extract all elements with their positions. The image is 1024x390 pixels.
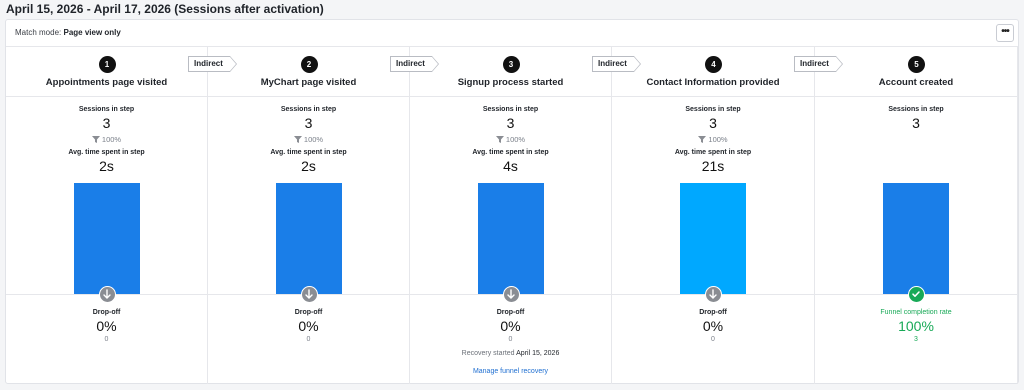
sessions-percent: 100% <box>6 135 207 144</box>
step-name[interactable]: Signup process started <box>410 77 611 88</box>
drop-off-count: 0 <box>508 336 513 343</box>
sessions-label: Sessions in step <box>280 106 337 113</box>
indirect-connector-1-2[interactable]: Indirect <box>188 56 237 72</box>
sessions-value: 3 <box>506 115 515 131</box>
step-number-badge: 5 <box>908 56 925 73</box>
sessions-value: 3 <box>709 115 717 131</box>
step-header: 4 Contact Information provided <box>612 47 814 97</box>
sessions-label: Sessions in step <box>685 106 741 113</box>
drop-off-count: 0 <box>711 336 715 343</box>
more-options-button[interactable]: ••• <box>996 24 1014 42</box>
funnel-icon <box>698 136 707 143</box>
avg-time-label: Avg. time spent in step <box>674 149 752 156</box>
arrow-down-icon <box>705 286 722 303</box>
funnel-step-2: 2 MyChart page visited Sessions in step … <box>208 47 410 384</box>
step-header: 3 Signup process started <box>410 47 611 97</box>
arrow-down-icon <box>98 286 116 303</box>
bar-step-4[interactable] <box>680 183 746 294</box>
funnel-icon <box>293 136 302 143</box>
funnel-step-5: 5 Account created Sessions in step 3 Fun… <box>815 47 1018 384</box>
step-name[interactable]: MyChart page visited <box>208 77 409 88</box>
sessions-value: 3 <box>912 115 920 131</box>
sessions-label: Sessions in step <box>482 106 539 113</box>
avg-time-label: Avg. time spent in step <box>68 149 145 156</box>
date-range-title: April 15, 2026 - April 17, 2026 (Session… <box>6 2 324 16</box>
drop-off-label: Drop-off <box>92 309 121 316</box>
sessions-label: Sessions in step <box>78 106 135 113</box>
step-header: 2 MyChart page visited <box>208 47 409 97</box>
arrow-down-icon <box>502 286 520 303</box>
arrow-down-icon <box>300 286 318 303</box>
step-number-badge: 4 <box>705 56 722 73</box>
funnel-step-1: 1 Appointments page visited Sessions in … <box>6 47 208 384</box>
funnel-step-3: 3 Signup process started Sessions in ste… <box>410 47 612 384</box>
recovery-status: Recovery started April 15, 2026 <box>410 350 611 357</box>
bar-step-2[interactable] <box>275 183 342 294</box>
drop-off-label: Drop-off <box>699 309 727 316</box>
bar-step-3[interactable] <box>477 183 544 294</box>
recovery-date: April 15, 2026 <box>516 350 560 357</box>
step-number-badge: 2 <box>300 56 318 73</box>
match-mode-value[interactable]: Page view only <box>63 28 120 37</box>
funnel-icon <box>495 136 504 143</box>
funnel-icon <box>91 136 100 143</box>
avg-time-value: 4s <box>503 158 518 174</box>
completion-rate-value: 100% <box>898 318 934 334</box>
drop-off-value: 0% <box>702 318 724 334</box>
drop-off-count: 0 <box>104 336 109 343</box>
funnel-step-4: 4 Contact Information provided Sessions … <box>612 47 815 384</box>
drop-off-value: 0% <box>298 318 319 334</box>
avg-time-value: 21s <box>701 158 725 174</box>
completion-count: 3 <box>914 336 918 343</box>
check-icon <box>908 286 925 303</box>
manage-funnel-recovery-link[interactable]: Manage funnel recovery <box>410 368 611 375</box>
sessions-percent: 100% <box>612 135 814 144</box>
completion-rate-label: Funnel completion rate <box>880 309 952 316</box>
match-mode-bar: Match mode: Page view only ••• <box>6 20 1018 47</box>
step-name[interactable]: Account created <box>815 77 1017 88</box>
funnel-panel: Match mode: Page view only ••• 1 Appoint… <box>5 19 1019 384</box>
sessions-value: 3 <box>102 115 111 131</box>
sessions-label: Sessions in step <box>888 106 944 113</box>
funnel-steps: 1 Appointments page visited Sessions in … <box>6 47 1018 384</box>
avg-time-value: 2s <box>301 158 316 174</box>
step-header: 5 Account created <box>815 47 1017 97</box>
step-number-badge: 1 <box>98 56 116 73</box>
step-name[interactable]: Appointments page visited <box>6 77 207 88</box>
sessions-percent: 100% <box>208 135 409 144</box>
drop-off-label: Drop-off <box>496 309 525 316</box>
step-header: 1 Appointments page visited <box>6 47 207 97</box>
bar-step-5[interactable] <box>883 183 949 294</box>
match-mode: Match mode: Page view only <box>15 28 121 37</box>
sessions-percent: 100% <box>410 135 611 144</box>
avg-time-label: Avg. time spent in step <box>472 149 549 156</box>
drop-off-value: 0% <box>96 318 117 334</box>
step-name[interactable]: Contact Information provided <box>612 77 814 88</box>
sessions-value: 3 <box>304 115 313 131</box>
step-number-badge: 3 <box>502 56 520 73</box>
avg-time-value: 2s <box>99 158 114 174</box>
match-mode-label: Match mode: <box>15 28 62 37</box>
drop-off-count: 0 <box>306 336 311 343</box>
indirect-connector-2-3[interactable]: Indirect <box>390 56 439 72</box>
indirect-connector-3-4[interactable]: Indirect <box>592 56 641 72</box>
drop-off-label: Drop-off <box>294 309 323 316</box>
indirect-connector-4-5[interactable]: Indirect <box>794 56 843 72</box>
bar-step-1[interactable] <box>73 183 140 294</box>
avg-time-label: Avg. time spent in step <box>270 149 347 156</box>
recovery-label: Recovery started <box>461 350 515 357</box>
drop-off-value: 0% <box>500 318 521 334</box>
